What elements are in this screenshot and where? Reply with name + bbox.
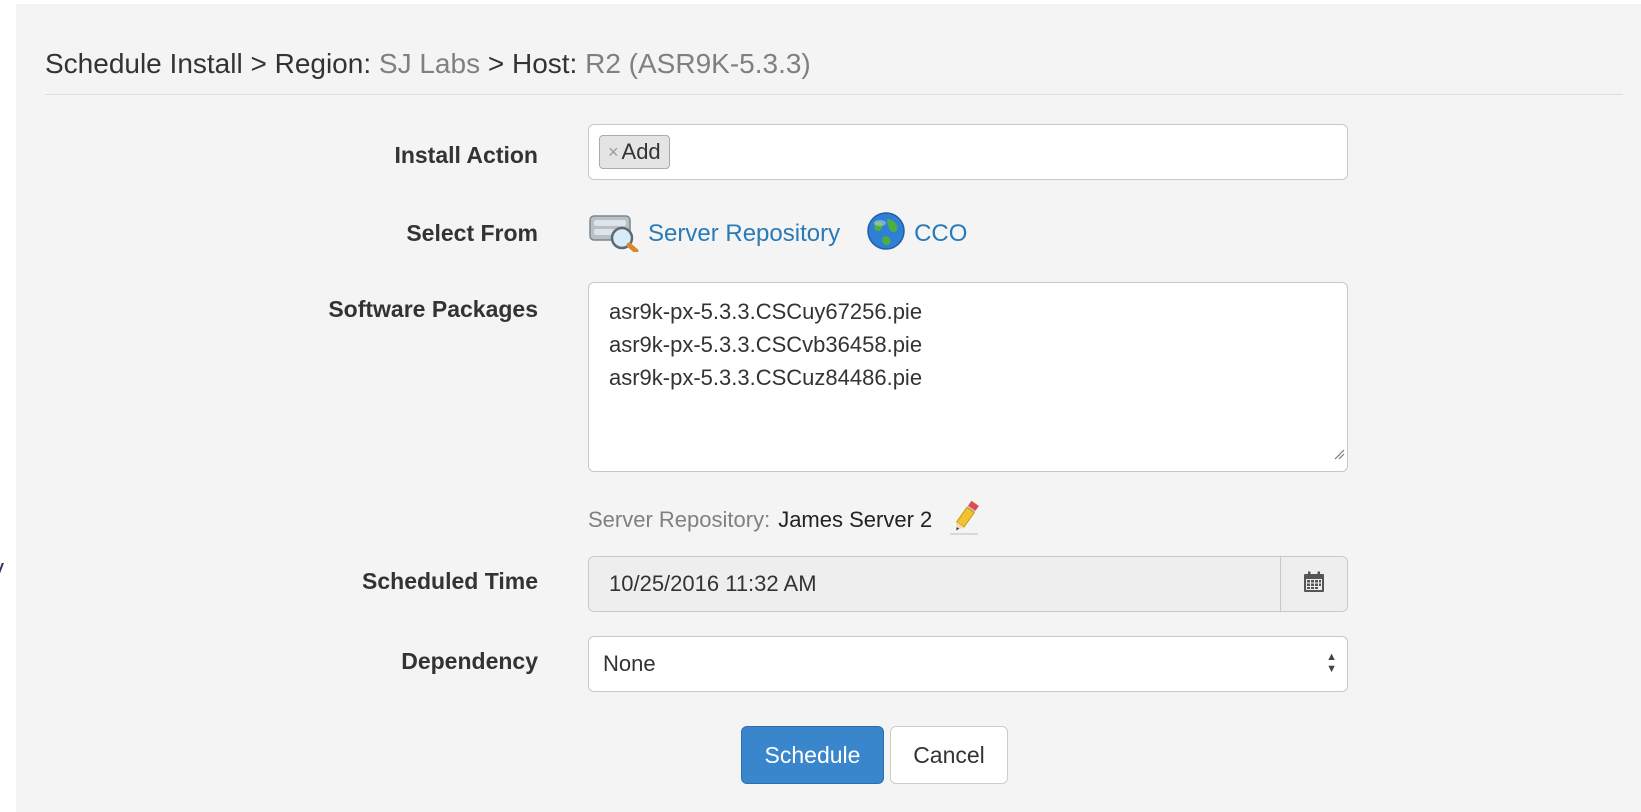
page-title: Schedule Install > Region: SJ Labs > Hos… — [45, 40, 811, 88]
cco-link[interactable]: CCO — [866, 211, 967, 258]
host-prefix: > Host: — [480, 48, 586, 79]
cco-label: CCO — [914, 220, 968, 247]
tag-remove-icon[interactable]: × — [608, 142, 619, 163]
install-action-field[interactable]: × Add — [588, 124, 1348, 180]
package-line: asr9k-px-5.3.3.CSCuz84486.pie — [609, 365, 923, 390]
scheduled-time-group: 10/25/2016 11:32 AM — [588, 556, 1348, 612]
region-name: SJ Labs — [378, 48, 481, 79]
server-repository-label: Server Repository — [648, 220, 841, 247]
clipped-edge-text: y — [0, 555, 4, 583]
dependency-select[interactable]: None ▲ ▼ — [588, 636, 1348, 692]
software-packages-textarea[interactable]: asr9k-px-5.3.3.CSCuy67256.pie asr9k-px-5… — [588, 282, 1348, 472]
title-prefix: Schedule Install > Region: — [45, 48, 379, 79]
source-options: Server Repository CCO — [588, 210, 967, 258]
pencil-icon[interactable] — [948, 498, 982, 542]
server-repository-info-label: Server Repository: — [588, 507, 771, 532]
schedule-install-panel: Schedule Install > Region: SJ Labs > Hos… — [16, 4, 1641, 812]
title-divider — [45, 94, 1623, 95]
schedule-button[interactable]: Schedule — [741, 726, 884, 784]
calendar-icon — [1303, 571, 1325, 598]
server-repository-info: Server Repository: James Server 2 — [588, 500, 982, 540]
server-repository-info-value: James Server 2 — [778, 507, 933, 532]
host-name: R2 (ASR9K-5.3.3) — [585, 48, 811, 79]
install-action-label: Install Action — [394, 142, 538, 168]
install-action-tag: × Add — [599, 135, 670, 169]
scheduled-time-input[interactable]: 10/25/2016 11:32 AM — [589, 557, 1280, 611]
page: y Schedule Install > Region: SJ Labs > H… — [0, 0, 1641, 812]
dependency-selected-value: None — [603, 651, 656, 676]
select-from-label: Select From — [406, 220, 538, 246]
globe-icon — [866, 211, 914, 258]
software-packages-label: Software Packages — [328, 296, 538, 322]
dependency-label: Dependency — [401, 648, 538, 674]
cancel-button[interactable]: Cancel — [890, 726, 1008, 784]
package-line: asr9k-px-5.3.3.CSCvb36458.pie — [609, 332, 923, 357]
tag-label: Add — [621, 139, 661, 164]
resize-grip-icon[interactable] — [1333, 436, 1345, 469]
package-line: asr9k-px-5.3.3.CSCuy67256.pie — [609, 299, 923, 324]
calendar-button[interactable] — [1280, 557, 1347, 611]
server-repository-link[interactable]: Server Repository — [588, 210, 840, 259]
scheduled-time-label: Scheduled Time — [362, 568, 538, 594]
select-arrows-icon: ▲ ▼ — [1326, 651, 1337, 675]
server-search-icon — [588, 210, 648, 259]
